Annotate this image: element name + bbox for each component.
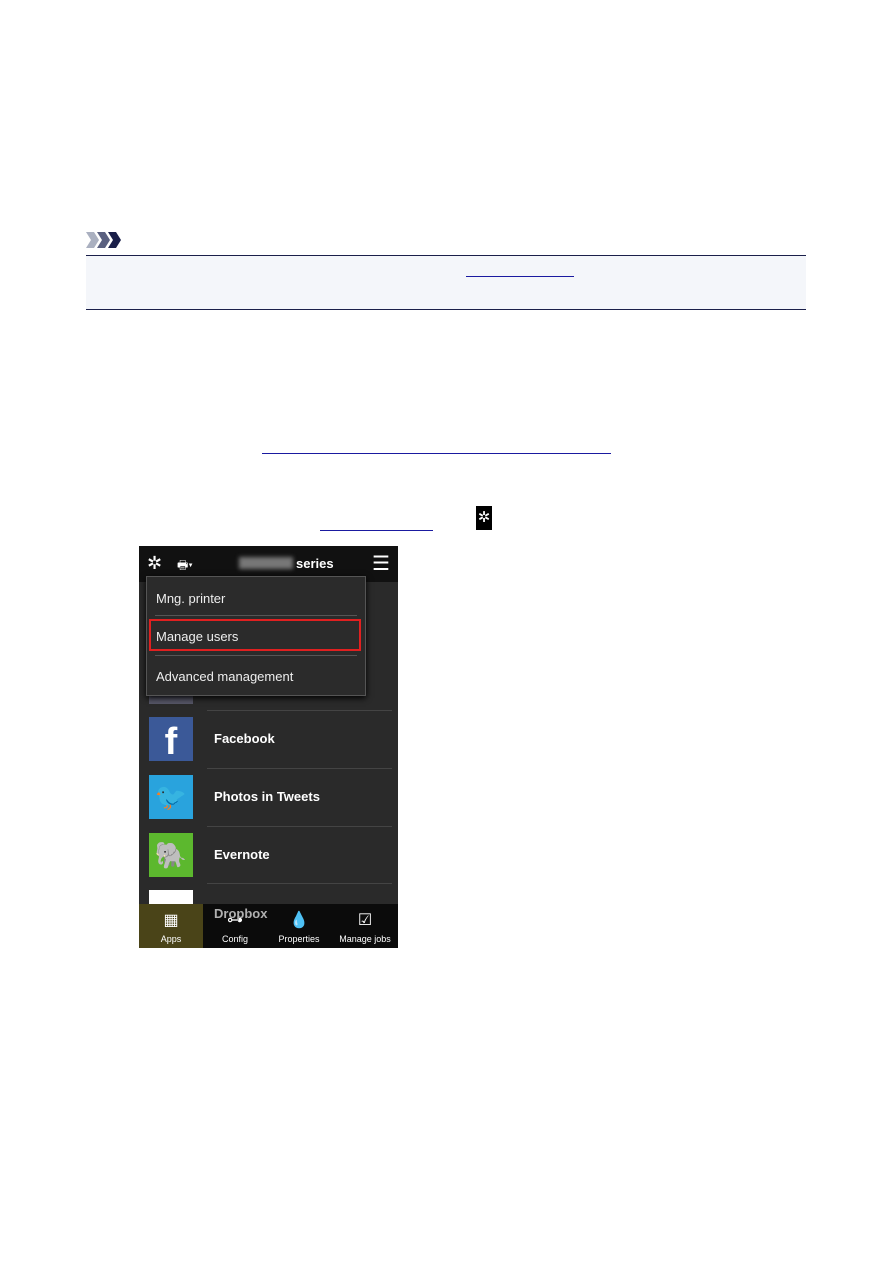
app-label: Evernote: [214, 847, 270, 862]
title-suffix: series: [296, 556, 334, 571]
ink-drop-icon: 💧: [289, 912, 309, 929]
tab-label: Config: [221, 934, 248, 944]
apps-icon: ▦: [163, 912, 179, 929]
job-list-icon: ☑: [357, 912, 373, 929]
link[interactable]: [320, 530, 433, 531]
app-row-evernote[interactable]: 🐘 Evernote: [139, 827, 398, 884]
tab-label: Manage jobs: [339, 934, 391, 944]
app-label: Facebook: [214, 731, 275, 746]
bird-photo-icon: 🐦: [149, 775, 193, 819]
app-row-facebook[interactable]: f Facebook: [139, 711, 398, 768]
note-box: [86, 255, 806, 310]
facebook-icon: f: [149, 717, 193, 763]
menu-item-manage-users[interactable]: Manage users: [156, 629, 238, 644]
tab-properties[interactable]: 💧 Properties: [267, 904, 331, 948]
blurred-model-name: [239, 557, 293, 569]
app-label: Dropbox: [214, 906, 268, 921]
menu-item-mng-printer[interactable]: Mng. printer: [156, 591, 225, 606]
menu-item-advanced-management[interactable]: Advanced management: [156, 669, 293, 684]
app-label: Photos in Tweets: [214, 789, 320, 804]
evernote-icon: 🐘: [149, 833, 193, 877]
printer-icon[interactable]: 🖶▾: [177, 556, 193, 577]
bottom-tab-bar: ▦ Apps ⊶ Config 💧 Properties ☑ Manage jobs: [139, 904, 398, 948]
gear-icon[interactable]: ✲: [147, 553, 162, 574]
settings-dropdown-menu: Mng. printer Manage users Advanced manag…: [146, 576, 366, 696]
app-screenshot: ✲ 🖶▾ series ☰ f Facebook 🐦 Photos in Twe…: [139, 546, 398, 948]
note-chevrons-icon: [86, 232, 121, 248]
note-link[interactable]: [466, 276, 574, 277]
tab-manage-jobs[interactable]: ☑ Manage jobs: [333, 904, 397, 948]
app-row-photos-in-tweets[interactable]: 🐦 Photos in Tweets: [139, 769, 398, 826]
link[interactable]: [262, 453, 611, 454]
gear-icon: ✲: [476, 506, 492, 530]
tab-label: Properties: [278, 934, 320, 944]
tab-apps[interactable]: ▦ Apps: [139, 904, 203, 948]
hamburger-menu-icon[interactable]: ☰: [372, 551, 390, 576]
tab-label: Apps: [160, 934, 182, 944]
